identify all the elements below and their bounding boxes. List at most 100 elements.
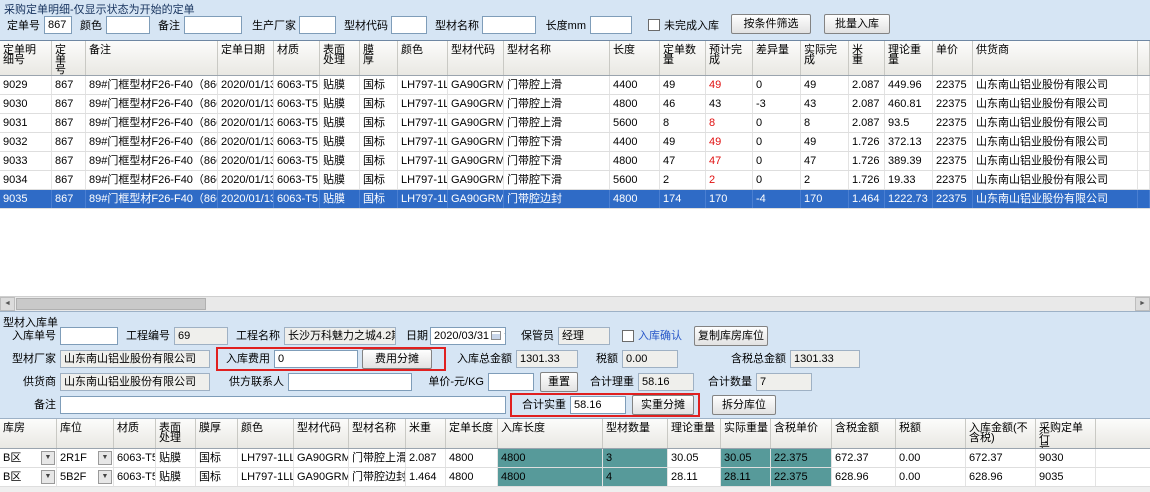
total-amount-field[interactable]: 1301.33 bbox=[516, 350, 578, 368]
order-cell: 国标 bbox=[360, 133, 398, 151]
reset-button[interactable]: 重置 bbox=[540, 372, 578, 392]
order-cell: -3 bbox=[753, 95, 801, 113]
manufacturer-input[interactable] bbox=[299, 16, 336, 34]
order-cell: 山东南山铝业股份有限公司 bbox=[973, 76, 1138, 94]
inbound-column-header: 含税金额 bbox=[832, 419, 896, 448]
order-cell: 门带腔上滑 bbox=[504, 95, 610, 113]
inbound-cell: 30.05 bbox=[721, 449, 771, 467]
fee-apportion-button[interactable]: 费用分摊 bbox=[362, 349, 432, 369]
scrollbar-thumb[interactable] bbox=[16, 298, 206, 310]
dropdown-arrow-icon[interactable]: ▼ bbox=[41, 470, 55, 484]
project-name-field[interactable]: 长沙万科魅力之城4.2期 bbox=[284, 327, 396, 345]
order-cell: 867 bbox=[52, 190, 86, 208]
dropdown-arrow-icon[interactable]: ▼ bbox=[98, 451, 112, 465]
order-cell: 4800 bbox=[610, 152, 660, 170]
order-row[interactable]: 903186789#门框型材F26-F40（866+867）2020/01/13… bbox=[0, 114, 1150, 133]
actual-weight-input[interactable]: 58.16 bbox=[570, 396, 626, 414]
order-cell: LH797-1LL0 bbox=[398, 171, 448, 189]
order-column-header: 表面 处理 bbox=[320, 41, 360, 75]
inbound-combo-cell[interactable]: B区▼ bbox=[0, 468, 57, 486]
inbound-cell: GA90GRM05 bbox=[294, 468, 349, 486]
project-no-field[interactable]: 69 bbox=[174, 327, 228, 345]
color-input[interactable] bbox=[106, 16, 150, 34]
unfinished-checkbox[interactable] bbox=[648, 19, 660, 31]
order-cell: 2020/01/13 bbox=[218, 133, 274, 151]
chevron-down-icon[interactable]: ▼ bbox=[503, 332, 506, 339]
horizontal-scrollbar[interactable]: ◄ ► bbox=[0, 296, 1150, 311]
contact-input[interactable] bbox=[288, 373, 412, 391]
calendar-icon[interactable] bbox=[491, 331, 501, 340]
inbound-no-input[interactable] bbox=[60, 327, 118, 345]
order-row[interactable]: 903386789#门框型材F26-F40（866+867）2020/01/13… bbox=[0, 152, 1150, 171]
theory-weight-field[interactable]: 58.16 bbox=[638, 373, 694, 391]
unit-price-input[interactable] bbox=[488, 373, 534, 391]
profile-code-input[interactable] bbox=[391, 16, 427, 34]
tax-total-field[interactable]: 1301.33 bbox=[790, 350, 860, 368]
order-cell: 19.33 bbox=[885, 171, 933, 189]
unfinished-checkbox-label: 未完成入库 bbox=[664, 17, 726, 35]
remark-label: 备注 bbox=[156, 17, 180, 35]
inbound-form: 型材入库单 入库单号 工程编号 69 工程名称 长沙万科魅力之城4.2期 日期 … bbox=[0, 312, 1150, 418]
dropdown-arrow-icon[interactable]: ▼ bbox=[98, 470, 112, 484]
order-cell: 89#门框型材F26-F40（866+867） bbox=[86, 95, 218, 113]
batch-inbound-button[interactable]: 批量入库 bbox=[824, 14, 890, 34]
inbound-cell: 门带腔上滑 bbox=[349, 449, 406, 467]
inbound-row[interactable]: B区▼2R1F▼6063-T5贴膜国标LH797-1LL0GA90GRM03门带… bbox=[0, 449, 1150, 468]
order-cell: 389.39 bbox=[885, 152, 933, 170]
profile-name-label: 型材名称 bbox=[431, 17, 479, 35]
order-cell: 5600 bbox=[610, 114, 660, 132]
inbound-column-header: 型材名称 bbox=[349, 419, 406, 448]
remark-input[interactable] bbox=[184, 16, 242, 34]
fee-input[interactable]: 0 bbox=[274, 350, 358, 368]
split-location-button[interactable]: 拆分库位 bbox=[712, 395, 776, 415]
supplier-field[interactable]: 山东南山铝业股份有限公司 bbox=[60, 373, 210, 391]
inbound-combo-cell[interactable]: 5B2F▼ bbox=[57, 468, 114, 486]
profile-name-input[interactable] bbox=[482, 16, 536, 34]
order-cell bbox=[1138, 190, 1150, 208]
order-no-label: 定单号 bbox=[4, 17, 40, 35]
inbound-cell: LH797-1LL0 bbox=[238, 468, 294, 486]
order-cell: 2020/01/13 bbox=[218, 95, 274, 113]
note-input[interactable] bbox=[60, 396, 506, 414]
order-cell: 89#门框型材F26-F40（866+867） bbox=[86, 171, 218, 189]
order-row[interactable]: 903286789#门框型材F26-F40（866+867）2020/01/13… bbox=[0, 133, 1150, 152]
dropdown-arrow-icon[interactable]: ▼ bbox=[41, 451, 55, 465]
length-input[interactable] bbox=[590, 16, 632, 34]
order-cell: 9033 bbox=[0, 152, 52, 170]
order-cell: 43 bbox=[706, 95, 753, 113]
order-cell: LH797-1LL0 bbox=[398, 95, 448, 113]
order-cell: 门带腔下滑 bbox=[504, 171, 610, 189]
factory-field[interactable]: 山东南山铝业股份有限公司 bbox=[60, 350, 210, 368]
weight-apportion-button[interactable]: 实重分摊 bbox=[632, 395, 694, 415]
scroll-left-icon[interactable]: ◄ bbox=[0, 297, 15, 311]
order-cell: 2.087 bbox=[849, 95, 885, 113]
order-cell: 0 bbox=[753, 76, 801, 94]
order-row[interactable]: 903086789#门框型材F26-F40（866+867）2020/01/13… bbox=[0, 95, 1150, 114]
order-row[interactable]: 902986789#门框型材F26-F40（866+867）2020/01/13… bbox=[0, 76, 1150, 95]
date-picker[interactable]: 2020/03/31▼ bbox=[430, 327, 506, 345]
order-cell: 国标 bbox=[360, 190, 398, 208]
order-no-input[interactable]: 867 bbox=[44, 16, 72, 34]
inbound-combo-cell[interactable]: 2R1F▼ bbox=[57, 449, 114, 467]
inbound-cell: 0.00 bbox=[896, 449, 966, 467]
order-cell: 89#门框型材F26-F40（866+867） bbox=[86, 76, 218, 94]
copy-warehouse-location-button[interactable]: 复制库房库位 bbox=[694, 326, 768, 346]
order-column-header: 备注 bbox=[86, 41, 218, 75]
inbound-row[interactable]: B区▼5B2F▼6063-T5贴膜国标LH797-1LL0GA90GRM05门带… bbox=[0, 468, 1150, 487]
inbound-cell: 1.464 bbox=[406, 468, 446, 486]
tax-field[interactable]: 0.00 bbox=[622, 350, 678, 368]
inbound-cell: 22.375 bbox=[771, 468, 832, 486]
order-row[interactable]: 903486789#门框型材F26-F40（866+867）2020/01/13… bbox=[0, 171, 1150, 190]
order-row[interactable]: 903586789#门框型材F26-F40（866+867）2020/01/13… bbox=[0, 190, 1150, 209]
total-qty-field[interactable]: 7 bbox=[756, 373, 812, 391]
inbound-confirm-checkbox[interactable] bbox=[622, 330, 634, 342]
order-cell: 867 bbox=[52, 152, 86, 170]
order-cell: 1.464 bbox=[849, 190, 885, 208]
order-cell: 山东南山铝业股份有限公司 bbox=[973, 133, 1138, 151]
keeper-field[interactable]: 经理 bbox=[558, 327, 610, 345]
filter-by-condition-button[interactable]: 按条件筛选 bbox=[731, 14, 811, 34]
scroll-right-icon[interactable]: ► bbox=[1135, 297, 1150, 311]
inbound-cell: 672.37 bbox=[832, 449, 896, 467]
order-cell: 6063-T5 bbox=[274, 133, 320, 151]
inbound-combo-cell[interactable]: B区▼ bbox=[0, 449, 57, 467]
